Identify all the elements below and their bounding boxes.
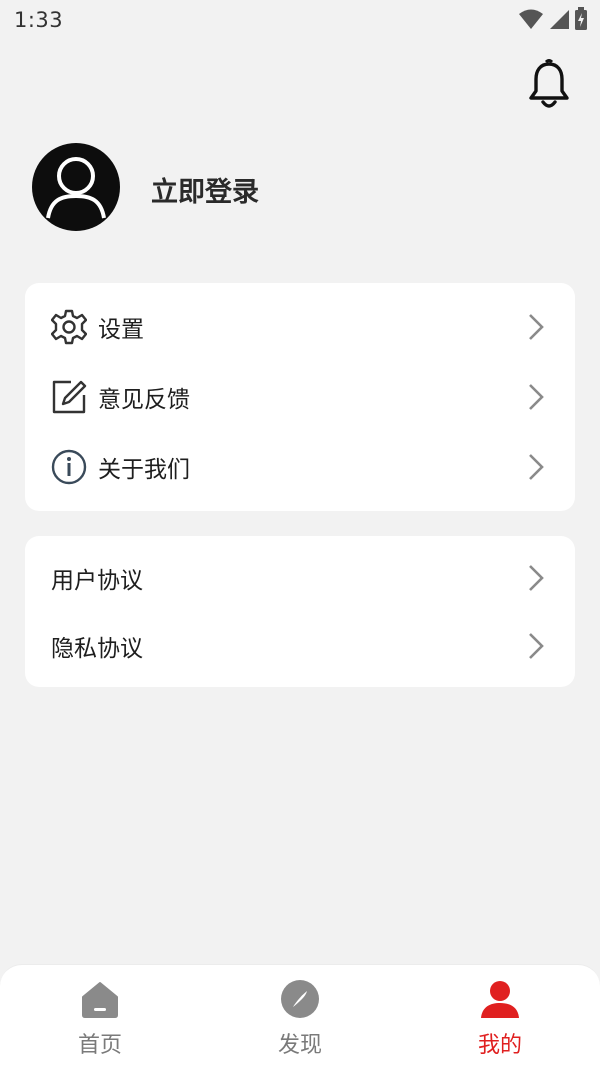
battery-icon — [575, 7, 587, 30]
menu-item-label: 关于我们 — [98, 457, 190, 483]
menu-item-label: 设置 — [98, 317, 144, 343]
gear-icon — [50, 308, 88, 346]
chevron-right-icon — [529, 633, 544, 659]
signal-icon — [550, 10, 569, 29]
nav-tab-home[interactable]: 首页 — [0, 965, 200, 1066]
nav-tab-discover[interactable]: 发现 — [200, 965, 400, 1066]
status-icons — [518, 7, 588, 31]
menu-item-user-agreement[interactable]: 用户协议 — [25, 548, 575, 608]
menu-item-privacy-agreement[interactable]: 隐私协议 — [25, 616, 575, 676]
nav-tab-label: 首页 — [77, 1033, 122, 1058]
bell-icon[interactable] — [528, 58, 570, 112]
menu-item-about[interactable]: 关于我们 — [25, 437, 575, 497]
profile-screen: 1:33 立即登录 设置 意见反馈 关于我们 用户协议 隐私协议 首页 发现 我… — [0, 0, 600, 1066]
chevron-right-icon — [529, 384, 544, 410]
person-icon — [481, 981, 519, 1018]
home-icon — [82, 982, 118, 1018]
chevron-right-icon — [529, 314, 544, 340]
agreements-card: 用户协议 隐私协议 — [25, 536, 575, 687]
menu-item-feedback[interactable]: 意见反馈 — [25, 367, 575, 427]
avatar[interactable] — [31, 142, 121, 232]
chevron-right-icon — [529, 454, 544, 480]
login-link[interactable]: 立即登录 — [151, 170, 259, 209]
settings-card: 设置 意见反馈 关于我们 — [25, 283, 575, 511]
status-bar: 1:33 — [0, 0, 600, 40]
menu-item-label: 用户协议 — [51, 568, 143, 594]
bottom-nav: 首页 发现 我的 — [0, 964, 600, 1066]
menu-item-label: 意见反馈 — [98, 387, 190, 413]
edit-icon — [50, 378, 88, 416]
nav-tab-label: 发现 — [277, 1033, 322, 1058]
info-icon — [50, 448, 88, 486]
compass-icon — [281, 980, 319, 1018]
chevron-right-icon — [529, 565, 544, 591]
menu-item-label: 隐私协议 — [51, 636, 143, 662]
menu-item-settings[interactable]: 设置 — [25, 297, 575, 357]
nav-tab-label: 我的 — [477, 1033, 522, 1058]
status-time: 1:33 — [14, 8, 64, 32]
nav-tab-mine[interactable]: 我的 — [400, 965, 600, 1066]
wifi-icon — [519, 9, 543, 29]
